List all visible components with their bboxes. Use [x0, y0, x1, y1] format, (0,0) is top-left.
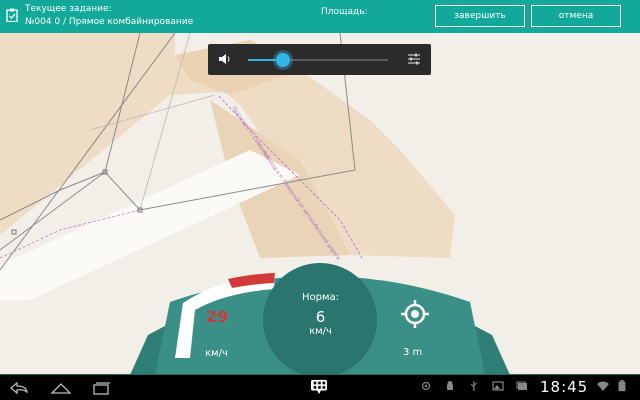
task-header: Текущее задание: №004 0 / Прямое комбайн…: [0, 0, 640, 33]
norm-unit: км/ч: [309, 326, 332, 337]
norm-speed: 6: [315, 308, 326, 326]
task-name: №004 0 / Прямое комбайнирование: [25, 17, 194, 27]
battery-icon: [618, 380, 626, 392]
area-label: Площадь:: [321, 7, 368, 17]
clipboard-check-icon: [6, 8, 18, 22]
recent-apps-icon[interactable]: [90, 380, 112, 396]
image-notification-icon: [492, 381, 504, 391]
home-icon[interactable]: [50, 380, 72, 396]
gps-status-icon: [421, 381, 431, 391]
gps-target-icon[interactable]: [400, 299, 430, 329]
app-grid-icon[interactable]: [308, 379, 330, 395]
norm-label: Норма:: [301, 292, 340, 303]
speaker-icon: [219, 54, 230, 64]
sliders-settings-icon[interactable]: [407, 52, 421, 66]
cancel-button[interactable]: отмена: [531, 5, 621, 27]
android-debug-icon: [447, 381, 453, 390]
task-title: Текущее задание:: [25, 4, 112, 14]
gallery-notification-icon: [516, 381, 527, 390]
wifi-icon: [597, 381, 609, 391]
finish-button[interactable]: завершить: [435, 5, 525, 27]
gps-accuracy: 3 m: [403, 347, 423, 358]
status-clock: 18:45: [540, 378, 589, 396]
volume-slider-thumb[interactable]: [276, 53, 290, 67]
back-icon[interactable]: [8, 380, 30, 396]
usb-icon: [470, 381, 478, 391]
volume-slider[interactable]: [248, 53, 388, 67]
volume-popup: [208, 44, 431, 75]
speed-unit: км/ч: [205, 348, 228, 359]
current-speed: 29: [206, 307, 229, 326]
